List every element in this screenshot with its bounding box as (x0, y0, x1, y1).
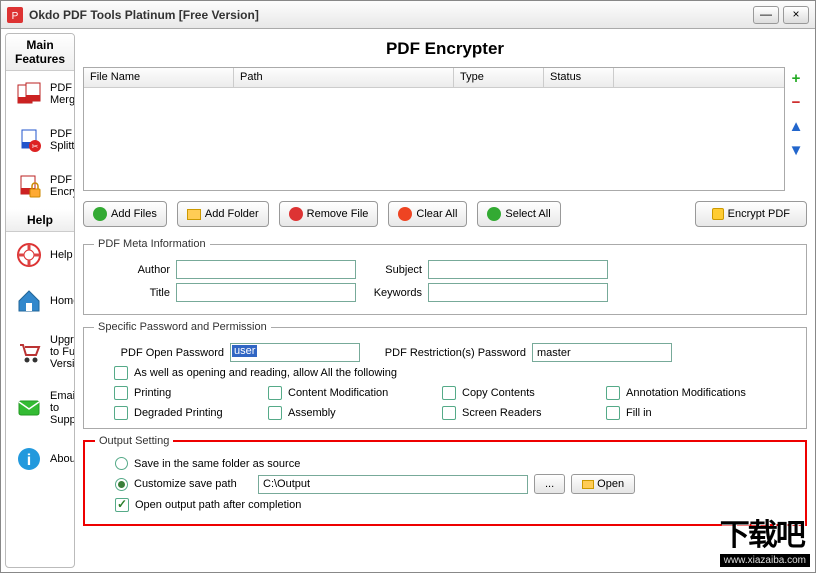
copy-checkbox[interactable] (442, 386, 456, 400)
sidebar-item-label: PDF Encrypter (50, 174, 75, 198)
sidebar-item-label: Help (50, 249, 73, 261)
svg-text:P: P (12, 11, 19, 22)
sidebar-item-splitter[interactable]: ✂ PDF Splitter (6, 117, 74, 163)
window-title: Okdo PDF Tools Platinum [Free Version] (29, 8, 749, 22)
keywords-input[interactable] (428, 283, 608, 302)
allow-all-label: As well as opening and reading, allow Al… (134, 367, 397, 379)
permission-fieldset: Specific Password and Permission PDF Ope… (83, 321, 807, 429)
toolbar: Add Files Add Folder Remove File Clear A… (79, 193, 811, 235)
degraded-checkbox[interactable] (114, 406, 128, 420)
clear-all-button[interactable]: Clear All (388, 201, 467, 227)
title-input[interactable] (176, 283, 356, 302)
content-mod-checkbox[interactable] (268, 386, 282, 400)
custom-path-radio[interactable] (115, 478, 128, 491)
permission-legend: Specific Password and Permission (94, 321, 271, 333)
author-input[interactable] (176, 260, 356, 279)
move-down-icon[interactable]: ▼ (788, 144, 804, 160)
lifebuoy-icon (16, 242, 42, 268)
sidebar-item-label: About (50, 453, 75, 465)
custom-path-input[interactable] (258, 475, 528, 494)
mail-icon (16, 395, 42, 421)
add-folder-button[interactable]: Add Folder (177, 201, 269, 227)
col-filename[interactable]: File Name (84, 68, 234, 87)
printing-checkbox[interactable] (114, 386, 128, 400)
output-legend: Output Setting (95, 435, 173, 447)
pdf-merger-icon (16, 81, 42, 107)
check-icon (487, 207, 501, 221)
sidebar-item-home[interactable]: Home (6, 278, 74, 324)
sidebar-item-label: Upgrade to Full Version (50, 334, 75, 370)
home-icon (16, 288, 42, 314)
restrict-pw-input[interactable] (532, 343, 672, 362)
sidebar-item-help[interactable]: Help (6, 232, 74, 278)
open-after-checkbox[interactable] (115, 498, 129, 512)
sidebar: Main Features PDF Merger ✂ PDF Splitter … (5, 33, 75, 568)
close-button[interactable]: × (783, 6, 809, 24)
main-panel: PDF Encrypter File Name Path Type Status… (79, 33, 811, 568)
pdf-encrypter-icon (16, 173, 42, 199)
sidebar-item-label: Home (50, 295, 75, 307)
remove-icon[interactable]: − (788, 96, 804, 112)
keywords-label: Keywords (362, 287, 422, 299)
titlebar: P Okdo PDF Tools Platinum [Free Version]… (1, 1, 815, 29)
cart-icon (16, 339, 42, 365)
minus-icon (289, 207, 303, 221)
folder-icon (187, 209, 201, 220)
folder-open-icon (582, 480, 594, 489)
info-icon: i (16, 446, 42, 472)
col-path[interactable]: Path (234, 68, 454, 87)
meta-fieldset: PDF Meta Information Author Subject Titl… (83, 238, 807, 315)
move-up-icon[interactable]: ▲ (788, 120, 804, 136)
add-files-button[interactable]: Add Files (83, 201, 167, 227)
annotation-checkbox[interactable] (606, 386, 620, 400)
open-folder-button[interactable]: Open (571, 474, 635, 494)
sidebar-item-about[interactable]: i About (6, 436, 74, 482)
same-folder-label: Save in the same folder as source (134, 458, 300, 470)
app-icon: P (7, 7, 23, 23)
sidebar-item-label: Email to Support (50, 390, 75, 426)
add-icon[interactable]: + (788, 72, 804, 88)
sidebar-header-help: Help (6, 209, 74, 232)
sidebar-item-label: PDF Merger (50, 82, 75, 106)
col-status[interactable]: Status (544, 68, 614, 87)
encrypt-pdf-button[interactable]: Encrypt PDF (695, 201, 807, 227)
sidebar-item-upgrade[interactable]: Upgrade to Full Version (6, 324, 74, 380)
minimize-button[interactable]: — (753, 6, 779, 24)
page-title: PDF Encrypter (79, 33, 811, 65)
title-label: Title (94, 287, 170, 299)
allow-all-checkbox[interactable] (114, 366, 128, 380)
assembly-checkbox[interactable] (268, 406, 282, 420)
sidebar-item-email[interactable]: Email to Support (6, 380, 74, 436)
app-window: P Okdo PDF Tools Platinum [Free Version]… (0, 0, 816, 573)
sidebar-item-label: PDF Splitter (50, 128, 75, 152)
lock-icon (712, 208, 724, 220)
restrict-pw-label: PDF Restriction(s) Password (366, 347, 526, 359)
sidebar-item-encrypter[interactable]: PDF Encrypter (6, 163, 74, 209)
x-icon (398, 207, 412, 221)
sidebar-item-merger[interactable]: PDF Merger (6, 71, 74, 117)
custom-path-label: Customize save path (134, 478, 252, 490)
subject-input[interactable] (428, 260, 608, 279)
sidebar-header-main: Main Features (6, 34, 74, 71)
same-folder-radio[interactable] (115, 457, 128, 470)
svg-text:i: i (27, 452, 31, 469)
file-list[interactable]: File Name Path Type Status + − ▲ ▼ (83, 67, 785, 191)
remove-file-button[interactable]: Remove File (279, 201, 379, 227)
screen-readers-checkbox[interactable] (442, 406, 456, 420)
pdf-splitter-icon: ✂ (16, 127, 42, 153)
meta-legend: PDF Meta Information (94, 238, 210, 250)
select-all-button[interactable]: Select All (477, 201, 560, 227)
open-after-label: Open output path after completion (135, 499, 301, 511)
browse-button[interactable]: ... (534, 474, 565, 494)
svg-text:✂: ✂ (32, 142, 39, 151)
file-list-header: File Name Path Type Status (84, 68, 784, 88)
output-fieldset: Output Setting Save in the same folder a… (83, 435, 807, 526)
col-type[interactable]: Type (454, 68, 544, 87)
fillin-checkbox[interactable] (606, 406, 620, 420)
subject-label: Subject (362, 264, 422, 276)
plus-icon (93, 207, 107, 221)
author-label: Author (94, 264, 170, 276)
open-pw-label: PDF Open Password (94, 347, 224, 359)
